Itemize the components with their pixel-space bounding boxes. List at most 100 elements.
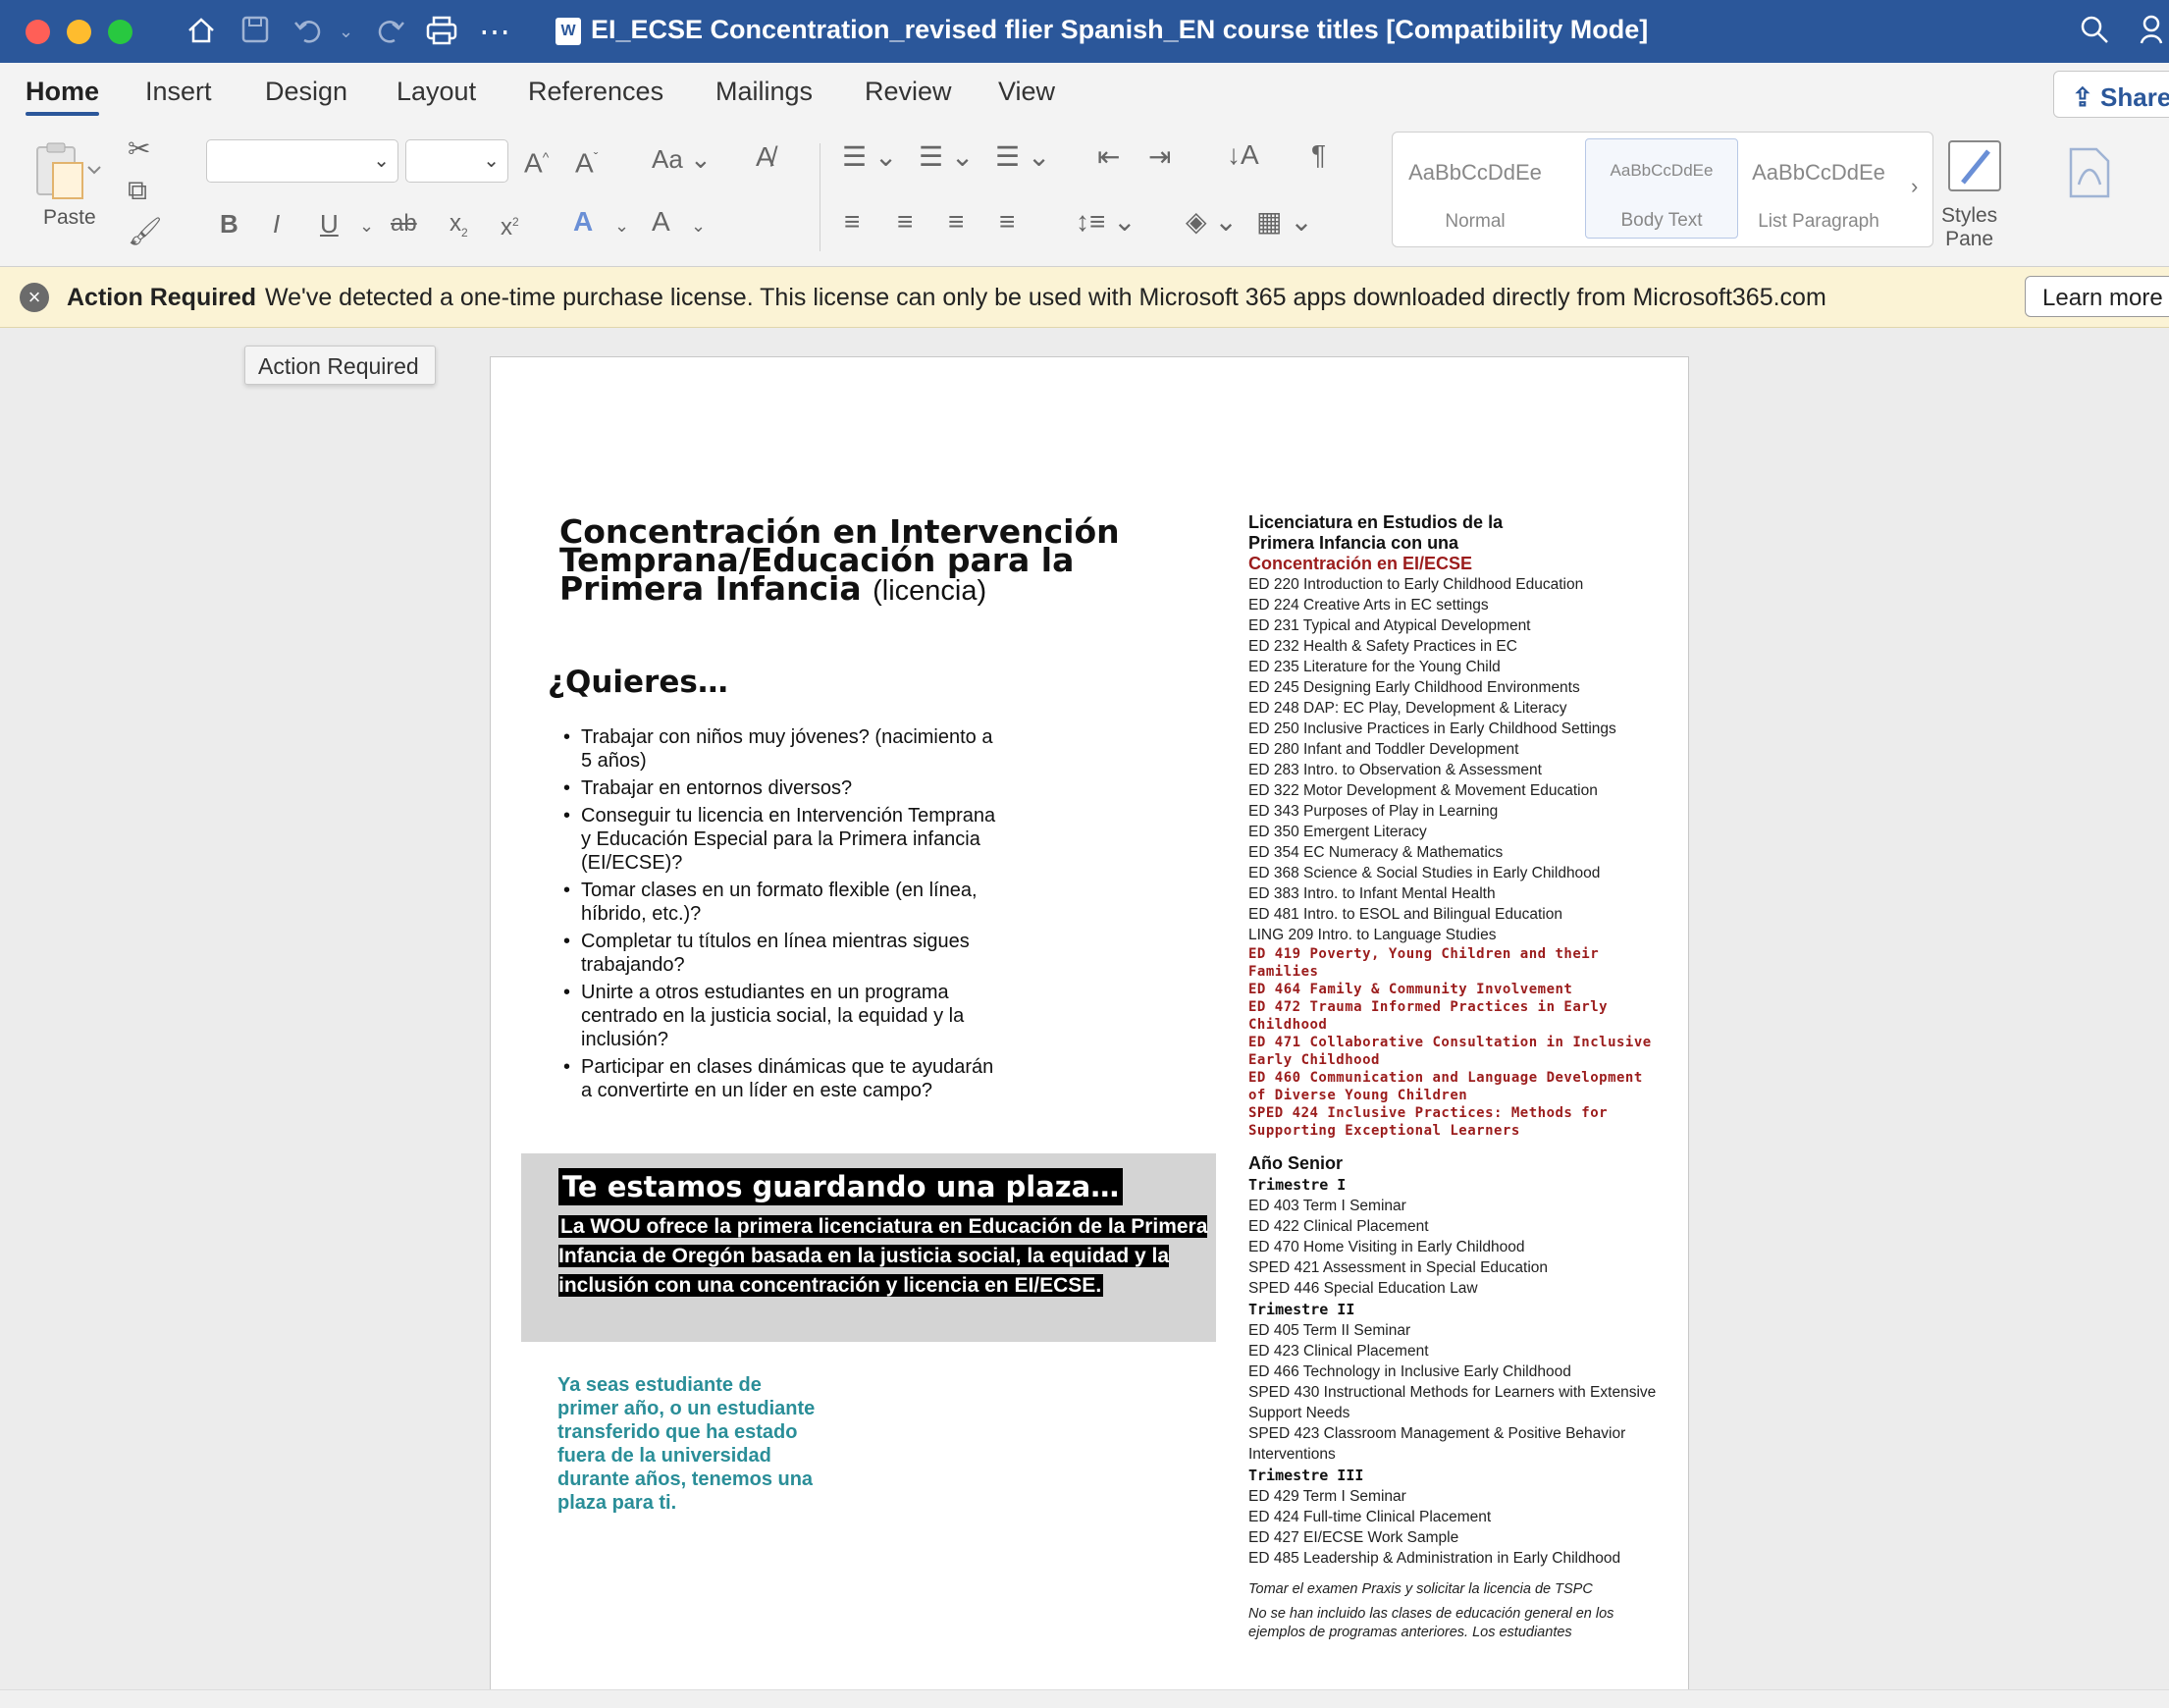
home-icon[interactable] — [185, 14, 218, 54]
tab-insert[interactable]: Insert — [145, 77, 212, 107]
zoom-window-button[interactable] — [108, 20, 132, 44]
course-item: ED 283 Intro. to Observation & Assessmen… — [1248, 762, 1542, 778]
doc-heading-line3-text: Primera Infancia — [559, 569, 862, 608]
praxis-note: Tomar el examen Praxis y solicitar la li… — [1248, 1581, 1593, 1597]
list-item: Unirte a otros estudiantes en un program… — [561, 981, 1003, 1051]
course-item: ED 220 Introduction to Early Childhood E… — [1248, 576, 1584, 593]
term-course-list: ED 429 Term I Seminar ED 424 Full-time Cl… — [1248, 1486, 1661, 1569]
increase-indent-icon[interactable]: ⇥ — [1148, 141, 1171, 173]
text-effects-icon[interactable]: A — [573, 206, 593, 238]
underline-dropdown-icon[interactable]: ⌄ — [359, 210, 374, 241]
tab-home[interactable]: Home — [26, 77, 99, 107]
share-label: Share — [2100, 82, 2169, 112]
numbering-icon[interactable]: ☰ ⌄ — [919, 141, 974, 173]
right-column: Licenciatura en Estudios de la Primera I… — [1248, 512, 1661, 1642]
course-item: ED 224 Creative Arts in EC settings — [1248, 597, 1489, 614]
font-size-combo[interactable]: ⌄ — [405, 139, 508, 183]
ribbon-tabs: Home Insert Design Layout References Mai… — [0, 63, 2169, 126]
tab-design[interactable]: Design — [265, 77, 347, 107]
course-item: ED 250 Inclusive Practices in Early Chil… — [1248, 721, 1616, 737]
decrease-indent-icon[interactable]: ⇤ — [1097, 141, 1120, 173]
borders-icon[interactable]: ▦ ⌄ — [1256, 206, 1313, 238]
course-item: ED 350 Emergent Literacy — [1248, 824, 1427, 840]
highlighted-course-item: ED 464 Family & Community Involvement — [1248, 982, 1573, 997]
style-sample: AaBbCcDdEe — [1610, 161, 1714, 180]
highlighted-course-item: ED 471 Collaborative Consultation in Inc… — [1248, 1035, 1652, 1068]
style-name: Normal — [1445, 211, 1506, 232]
bullets-icon[interactable]: ☰ ⌄ — [842, 141, 897, 173]
styles-pane-icon[interactable] — [1945, 137, 2004, 201]
subscript-icon[interactable]: x2 — [450, 208, 468, 248]
course-item: ED 231 Typical and Atypical Development — [1248, 617, 1531, 634]
wish-list: Trabajar con niños muy jóvenes? (nacimie… — [561, 725, 1003, 1106]
share-icon: ⇪ — [2072, 82, 2093, 112]
share-button[interactable]: ⇪ Share — [2053, 71, 2169, 118]
learn-more-button[interactable]: Learn more — [2025, 276, 2169, 317]
styles-pane-label-line1: Styles — [1941, 204, 1998, 227]
course-item: ED 427 EI/ECSE Work Sample — [1248, 1529, 1459, 1546]
chevron-right-icon[interactable]: › — [1911, 174, 1918, 199]
underline-icon[interactable]: U — [320, 208, 339, 240]
close-circle-icon[interactable]: × — [20, 283, 49, 312]
save-icon[interactable] — [239, 14, 271, 52]
horizontal-scrollbar[interactable] — [0, 1689, 2169, 1708]
justify-icon[interactable]: ≡ — [999, 206, 1015, 238]
align-center-icon[interactable]: ≡ — [897, 206, 913, 238]
close-window-button[interactable] — [26, 20, 50, 44]
highlight-body-text: La WOU ofrece la primera licenciatura en… — [558, 1215, 1208, 1297]
font-color-dropdown-icon[interactable]: ⌄ — [691, 210, 706, 241]
align-left-icon[interactable]: ≡ — [844, 206, 860, 238]
course-item: ED 470 Home Visiting in Early Childhood — [1248, 1239, 1525, 1255]
tab-view[interactable]: View — [998, 77, 1055, 107]
highlighted-course-item: SPED 424 Inclusive Practices: Methods fo… — [1248, 1105, 1609, 1139]
course-item: ED 248 DAP: EC Play, Development & Liter… — [1248, 700, 1567, 717]
tab-layout[interactable]: Layout — [397, 77, 476, 107]
font-color-icon[interactable]: A — [652, 206, 670, 238]
doc-heading-line3: Primera Infancia (licencia) — [559, 572, 986, 606]
style-normal[interactable]: AaBbCcDdEe Normal — [1399, 138, 1552, 239]
styles-pane-label-line2: Pane — [1945, 228, 1994, 250]
superscript-icon[interactable]: x2 — [501, 206, 519, 243]
minimize-window-button[interactable] — [67, 20, 91, 44]
undo-icon[interactable] — [292, 14, 326, 54]
redo-icon[interactable] — [373, 14, 406, 54]
clear-formatting-icon[interactable]: A̸ — [756, 141, 774, 173]
tab-mailings[interactable]: Mailings — [715, 77, 813, 107]
course-item: ED 383 Intro. to Infant Mental Health — [1248, 885, 1496, 902]
italic-icon[interactable]: I — [273, 208, 280, 240]
copy-icon[interactable]: ⧉ — [128, 175, 147, 206]
style-list-paragraph[interactable]: AaBbCcDdEe List Paragraph — [1742, 138, 1895, 239]
font-name-combo[interactable]: ⌄ — [206, 139, 398, 183]
undo-dropdown-icon[interactable]: ⌄ — [339, 14, 353, 49]
search-icon[interactable] — [2079, 14, 2110, 52]
show-formatting-icon[interactable]: ¶ — [1311, 139, 1326, 171]
course-item: ED 354 EC Numeracy & Mathematics — [1248, 844, 1504, 861]
shrink-font-icon[interactable]: Aˇ — [575, 141, 598, 179]
tab-references[interactable]: References — [528, 77, 663, 107]
strikethrough-icon[interactable]: ab — [391, 208, 417, 240]
style-sample: AaBbCcDdEe — [1408, 160, 1542, 185]
cut-icon[interactable]: ✂ — [128, 133, 150, 165]
create-pdf-icon[interactable] — [2065, 145, 2114, 207]
shading-icon[interactable]: ◈ ⌄ — [1186, 206, 1238, 238]
more-options-icon[interactable]: ⋯ — [479, 14, 510, 49]
format-painter-icon[interactable]: 🖌 — [128, 216, 163, 247]
list-item: Tomar clases en un formato flexible (en … — [561, 879, 1003, 926]
grow-font-icon[interactable]: A^ — [524, 141, 549, 179]
sort-icon[interactable]: ↓A — [1227, 139, 1259, 171]
style-body-text[interactable]: AaBbCcDdEe Body Text — [1585, 138, 1738, 239]
bold-icon[interactable]: B — [220, 208, 238, 240]
chevron-down-icon: ⌄ — [373, 150, 390, 172]
line-spacing-icon[interactable]: ↕≡ ⌄ — [1076, 206, 1137, 238]
tab-review[interactable]: Review — [865, 77, 952, 107]
course-item: ED 322 Motor Development & Movement Educ… — [1248, 782, 1598, 799]
multilevel-list-icon[interactable]: ☰ ⌄ — [995, 141, 1050, 173]
print-icon[interactable] — [424, 14, 459, 54]
course-item: SPED 430 Instructional Methods for Learn… — [1248, 1384, 1657, 1421]
paste-icon[interactable] — [31, 139, 102, 209]
align-right-icon[interactable]: ≡ — [948, 206, 964, 238]
quieres-heading: ¿Quieres… — [548, 665, 728, 700]
text-effects-dropdown-icon[interactable]: ⌄ — [614, 210, 629, 241]
change-case-icon[interactable]: Aa ⌄ — [652, 143, 712, 175]
account-icon[interactable] — [2140, 14, 2169, 52]
